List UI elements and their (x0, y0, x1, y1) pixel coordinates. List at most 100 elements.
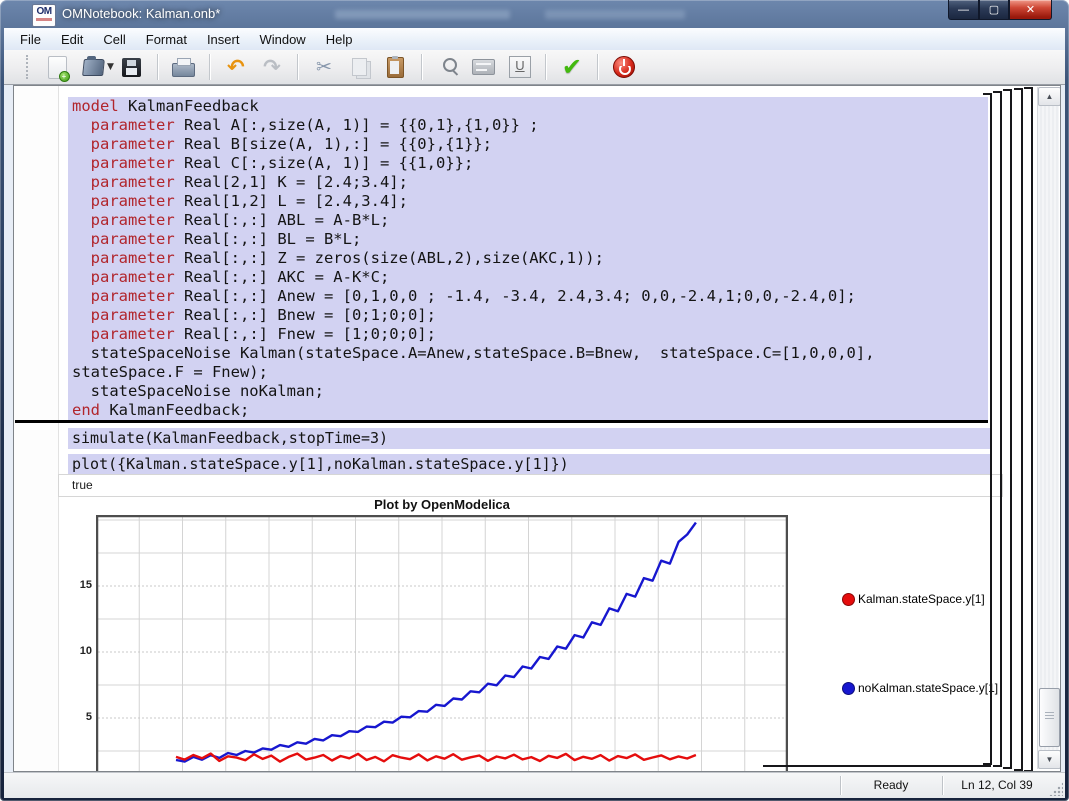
stop-kernel-button[interactable] (610, 53, 638, 81)
code-line[interactable]: parameter Real C[:,size(A, 1)] = {{1,0}}… (68, 154, 988, 173)
cell-cursor-line (15, 420, 988, 423)
underline-button[interactable]: U (506, 53, 534, 81)
code-line[interactable]: stateSpace.F = Fnew); (68, 363, 988, 382)
code-line[interactable]: parameter Real[:,:] ABL = A-B*L; (68, 211, 988, 230)
new-document-icon: + (48, 56, 67, 79)
find-button[interactable] (434, 53, 462, 81)
copy-button[interactable] (346, 53, 374, 81)
close-button[interactable]: ✕ (1009, 0, 1052, 20)
cell-bracket[interactable] (1003, 89, 1012, 769)
status-ready: Ready (842, 773, 940, 798)
code-line[interactable]: model KalmanFeedback (68, 97, 988, 116)
scroll-up-arrow-icon: ▲ (1046, 92, 1054, 101)
code-line[interactable]: parameter Real A[:,size(A, 1)] = {{0,1},… (68, 116, 988, 135)
print-icon (172, 63, 195, 77)
cut-button[interactable]: ✂ (310, 53, 338, 81)
undo-icon: ↶ (227, 55, 245, 79)
open-dropdown-caret-icon[interactable]: ▼ (107, 62, 114, 72)
code-line[interactable]: parameter Real[:,:] AKC = A-K*C; (68, 268, 988, 287)
app-icon: OM (32, 4, 56, 27)
cell-style-button[interactable] (470, 53, 498, 81)
legend-label-nokalman: noKalman.stateSpace.y[1] (858, 681, 998, 695)
cell-style-icon (472, 59, 495, 75)
code-line[interactable]: parameter Real[:,:] Anew = [0,1,0,0 ; -1… (68, 287, 988, 306)
toolbar-separator (545, 54, 547, 80)
status-cursor-position: Ln 12, Col 39 (944, 773, 1050, 798)
evaluate-check-icon: ✔ (562, 53, 582, 81)
legend-item-kalman: Kalman.stateSpace.y[1] (842, 592, 985, 606)
paste-button[interactable] (382, 53, 410, 81)
save-button[interactable] (118, 53, 146, 81)
code-line[interactable]: stateSpaceNoise noKalman; (68, 382, 988, 401)
redo-icon: ↷ (263, 55, 281, 79)
cut-scissors-icon: ✂ (316, 56, 332, 78)
magnifier-icon (443, 58, 457, 72)
code-line[interactable]: stateSpaceNoise Kalman(stateSpace.A=Anew… (68, 344, 988, 363)
simulate-command-cell[interactable]: simulate(KalmanFeedback,stopTime=3) (68, 428, 992, 449)
cell-bracket-bottom-edge (763, 765, 991, 767)
scroll-up-button[interactable]: ▲ (1038, 87, 1061, 106)
menu-file[interactable]: File (10, 29, 51, 50)
code-line[interactable]: parameter Real[2,1] K = [2.4;3.4]; (68, 173, 988, 192)
scroll-down-button[interactable]: ▼ (1038, 750, 1061, 769)
status-bar: Ready Ln 12, Col 39 (4, 772, 1065, 798)
y-tick-15: 15 (56, 579, 92, 591)
scrollbar-thumb[interactable] (1039, 688, 1060, 747)
left-gutter (14, 86, 59, 771)
code-line[interactable]: parameter Real[:,:] Bnew = [0;1;0;0]; (68, 306, 988, 325)
maximize-button[interactable]: ▢ (979, 0, 1009, 20)
plot-title: Plot by OpenModelica (96, 497, 788, 512)
underline-icon: U (509, 56, 531, 78)
model-code-cell[interactable]: model KalmanFeedback parameter Real A[:,… (68, 97, 988, 421)
window-title: OMNotebook: Kalman.onb* (62, 6, 220, 21)
menu-cell[interactable]: Cell (93, 29, 135, 50)
legend-dot-blue (842, 682, 855, 695)
cell-bracket[interactable] (993, 91, 1002, 767)
redo-button[interactable]: ↷ (258, 53, 286, 81)
code-line[interactable]: parameter Real[:,:] Fnew = [1;0;0;0]; (68, 325, 988, 344)
plot-command-cell[interactable]: plot({Kalman.stateSpace.y[1],noKalman.st… (68, 454, 992, 475)
power-icon (613, 56, 635, 78)
print-button[interactable] (170, 53, 198, 81)
toolbar-separator (157, 54, 159, 80)
minimize-button[interactable]: — (948, 0, 979, 20)
menu-edit[interactable]: Edit (51, 29, 93, 50)
omnotebook-window: OM OMNotebook: Kalman.onb* — ▢ ✕ File Ed… (0, 0, 1069, 801)
menu-window[interactable]: Window (249, 29, 315, 50)
menu-format[interactable]: Format (136, 29, 197, 50)
code-line[interactable]: end KalmanFeedback; (68, 401, 988, 420)
open-button[interactable] (79, 53, 107, 81)
legend-label-kalman: Kalman.stateSpace.y[1] (858, 592, 985, 606)
window-controls: — ▢ ✕ (948, 0, 1052, 20)
legend-item-nokalman: noKalman.stateSpace.y[1] (842, 681, 998, 695)
evaluate-button[interactable]: ✔ (558, 53, 586, 81)
cell-bracket[interactable] (983, 93, 992, 765)
background-window-ghost (545, 10, 685, 19)
plot-canvas (96, 515, 788, 771)
code-line[interactable]: parameter Real[:,:] BL = B*L; (68, 230, 988, 249)
toolbar: + ▼ ↶ ↷ ✂ U ✔ (4, 50, 1065, 85)
title-bar[interactable]: OM OMNotebook: Kalman.onb* — ▢ ✕ (0, 0, 1069, 28)
toolbar-separator (297, 54, 299, 80)
code-line[interactable]: parameter Real[:,:] Z = zeros(size(ABL,2… (68, 249, 988, 268)
save-floppy-icon (122, 58, 141, 77)
legend-dot-red (842, 593, 855, 606)
toolbar-separator (597, 54, 599, 80)
undo-button[interactable]: ↶ (222, 53, 250, 81)
vertical-scrollbar[interactable]: ▲ ▼ (1037, 87, 1059, 769)
menu-insert[interactable]: Insert (197, 29, 250, 50)
cell-group-bracket[interactable] (1024, 87, 1033, 772)
code-line[interactable]: parameter Real B[size(A, 1),:] = {{0},{1… (68, 135, 988, 154)
toolbar-drag-handle[interactable] (26, 55, 31, 79)
y-tick-5: 5 (56, 711, 92, 723)
notebook-view: model KalmanFeedback parameter Real A[:,… (13, 85, 1061, 772)
menu-bar: File Edit Cell Format Insert Window Help (4, 28, 1065, 51)
menu-help[interactable]: Help (316, 29, 363, 50)
resize-grip[interactable] (1049, 782, 1063, 796)
new-document-button[interactable]: + (43, 53, 71, 81)
background-window-ghost (335, 10, 510, 19)
cell-group-bracket[interactable] (1014, 88, 1023, 771)
code-line[interactable]: parameter Real[1,2] L = [2.4,3.4]; (68, 192, 988, 211)
app-icon-text: OM (33, 5, 55, 18)
simulation-output-cell[interactable]: true (58, 474, 1003, 497)
